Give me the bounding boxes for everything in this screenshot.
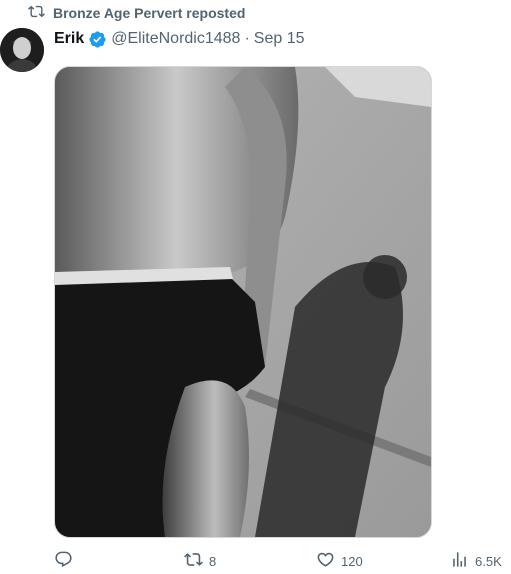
reply-icon xyxy=(54,550,73,572)
separator-dot: · xyxy=(244,30,250,47)
like-count: 120 xyxy=(341,553,363,569)
tweet-actions: 8 120 6.5K xyxy=(54,550,509,574)
tweet-photo[interactable] xyxy=(54,66,432,538)
verified-badge-icon[interactable] xyxy=(88,30,107,49)
repost-count: 8 xyxy=(209,553,217,569)
avatar[interactable] xyxy=(0,28,44,72)
heart-icon xyxy=(316,550,335,572)
author-name[interactable]: Erik xyxy=(54,30,84,48)
views-count: 6.5K xyxy=(475,553,502,569)
tweet-header: Erik @EliteNordic1488 · Sep 15 xyxy=(54,28,305,50)
repost-indicator[interactable]: Bronze Age Pervert reposted xyxy=(28,3,245,23)
reply-button[interactable] xyxy=(54,550,79,572)
like-button[interactable]: 120 xyxy=(316,550,363,572)
author-handle[interactable]: @EliteNordic1488 xyxy=(111,30,240,48)
repost-icon xyxy=(184,550,203,572)
tweet-date[interactable]: Sep 15 xyxy=(254,30,305,48)
repost-label: Bronze Age Pervert reposted xyxy=(53,5,246,21)
views-button[interactable]: 6.5K xyxy=(450,550,502,572)
views-icon xyxy=(450,550,469,572)
repost-icon xyxy=(28,3,45,23)
repost-button[interactable]: 8 xyxy=(184,550,216,572)
